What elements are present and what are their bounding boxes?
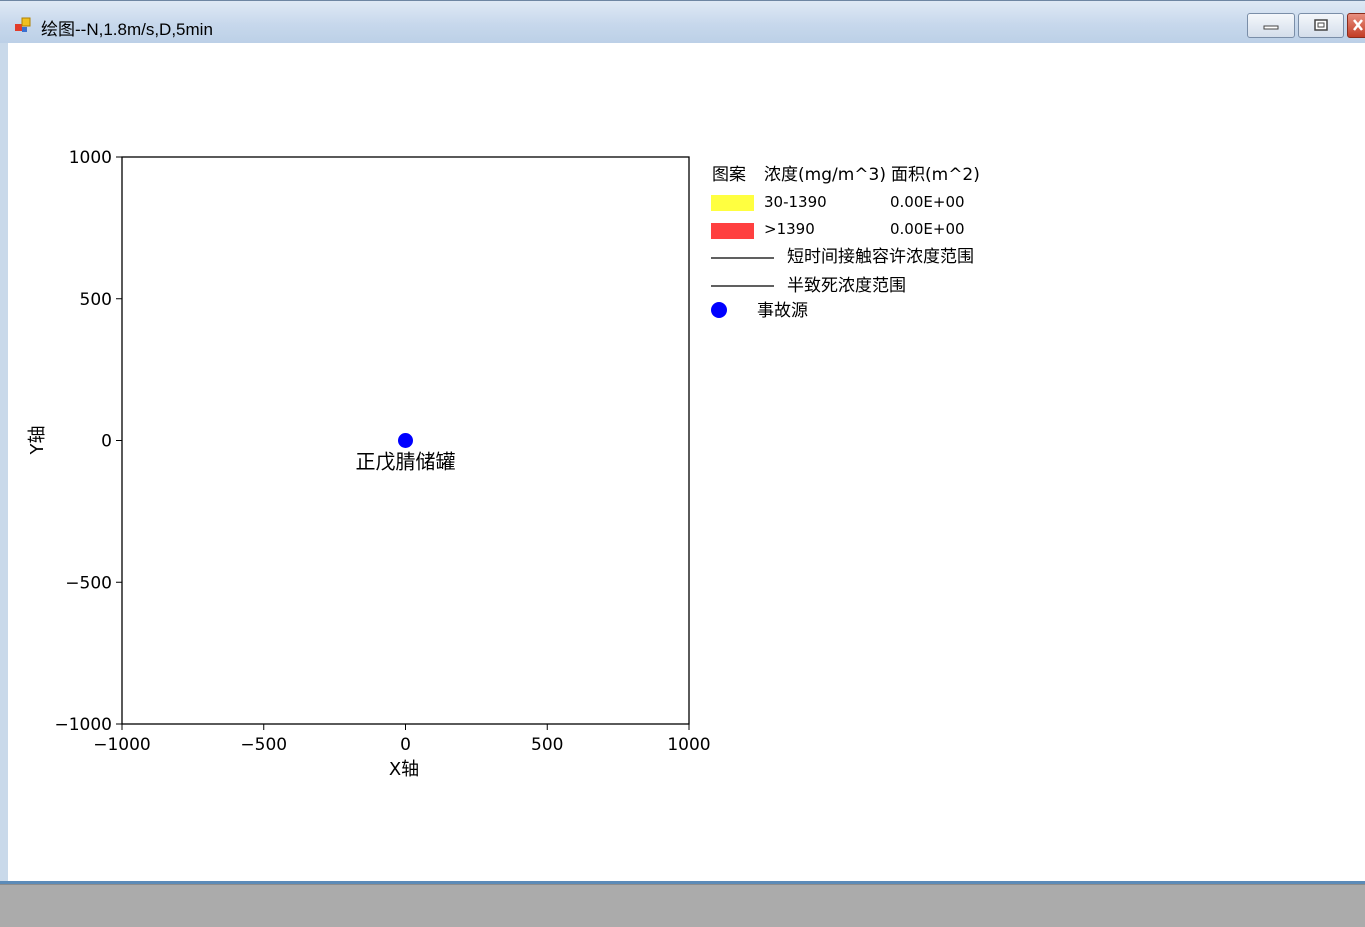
legend-range-2: >1390 bbox=[764, 220, 815, 238]
bottom-panel bbox=[0, 884, 1365, 927]
title-bar[interactable]: 绘图--N,1.8m/s,D,5min bbox=[0, 1, 1365, 43]
y-tick-label: −500 bbox=[65, 573, 112, 593]
legend-label-stel: 短时间接触容许浓度范围 bbox=[787, 247, 974, 267]
accident-source-point bbox=[398, 433, 413, 448]
close-icon bbox=[1353, 19, 1363, 31]
legend-area-1: 0.00E+00 bbox=[890, 193, 965, 211]
legend-dot-source bbox=[711, 302, 727, 318]
x-tick-label: 500 bbox=[531, 735, 563, 755]
y-tick-label: −1000 bbox=[54, 715, 112, 735]
legend-label-source: 事故源 bbox=[757, 301, 808, 321]
legend-range-1: 30-1390 bbox=[764, 193, 827, 211]
minimize-icon bbox=[1263, 25, 1279, 30]
y-tick-label: 0 bbox=[101, 432, 112, 452]
restore-icon bbox=[1314, 19, 1328, 31]
chart-app-icon bbox=[15, 17, 31, 32]
point-label: 正戊腈储罐 bbox=[356, 450, 456, 474]
x-axis-label: X轴 bbox=[389, 759, 419, 780]
x-tick-label: −500 bbox=[240, 735, 287, 755]
y-tick-label: 500 bbox=[80, 290, 112, 310]
main-window: 绘图--N,1.8m/s,D,5min −1000 −500 0 500 1000 −1… bbox=[0, 0, 1365, 885]
y-tick-label: 1000 bbox=[69, 148, 112, 168]
x-tick-label: −1000 bbox=[93, 735, 151, 755]
legend-swatch-yellow bbox=[711, 195, 754, 211]
x-tick-label: 0 bbox=[400, 735, 411, 755]
window-title: 绘图--N,1.8m/s,D,5min bbox=[41, 20, 213, 39]
legend-swatch-red bbox=[711, 223, 754, 239]
minimize-button[interactable] bbox=[1247, 13, 1295, 38]
chart-area: −1000 −500 0 500 1000 −1000 −500 0 500 1000 X轴 Y… bbox=[8, 43, 1365, 881]
legend-header-area: 面积(m^2) bbox=[891, 165, 980, 185]
legend-header-concentration: 浓度(mg/m^3) bbox=[764, 165, 886, 185]
legend: 图案 浓度(mg/m^3) 面积(m^2) 30-1390 0.00E+00 >… bbox=[711, 165, 980, 321]
legend-header-pattern: 图案 bbox=[712, 165, 746, 185]
x-tick-label: 1000 bbox=[667, 735, 710, 755]
legend-area-2: 0.00E+00 bbox=[890, 220, 965, 238]
restore-button[interactable] bbox=[1298, 13, 1344, 38]
y-axis-label: Y轴 bbox=[27, 426, 48, 456]
legend-label-lc50: 半致死浓度范围 bbox=[787, 276, 906, 296]
chart: −1000 −500 0 500 1000 −1000 −500 0 500 1000 X轴 Y… bbox=[27, 148, 980, 780]
close-button[interactable] bbox=[1347, 13, 1365, 38]
